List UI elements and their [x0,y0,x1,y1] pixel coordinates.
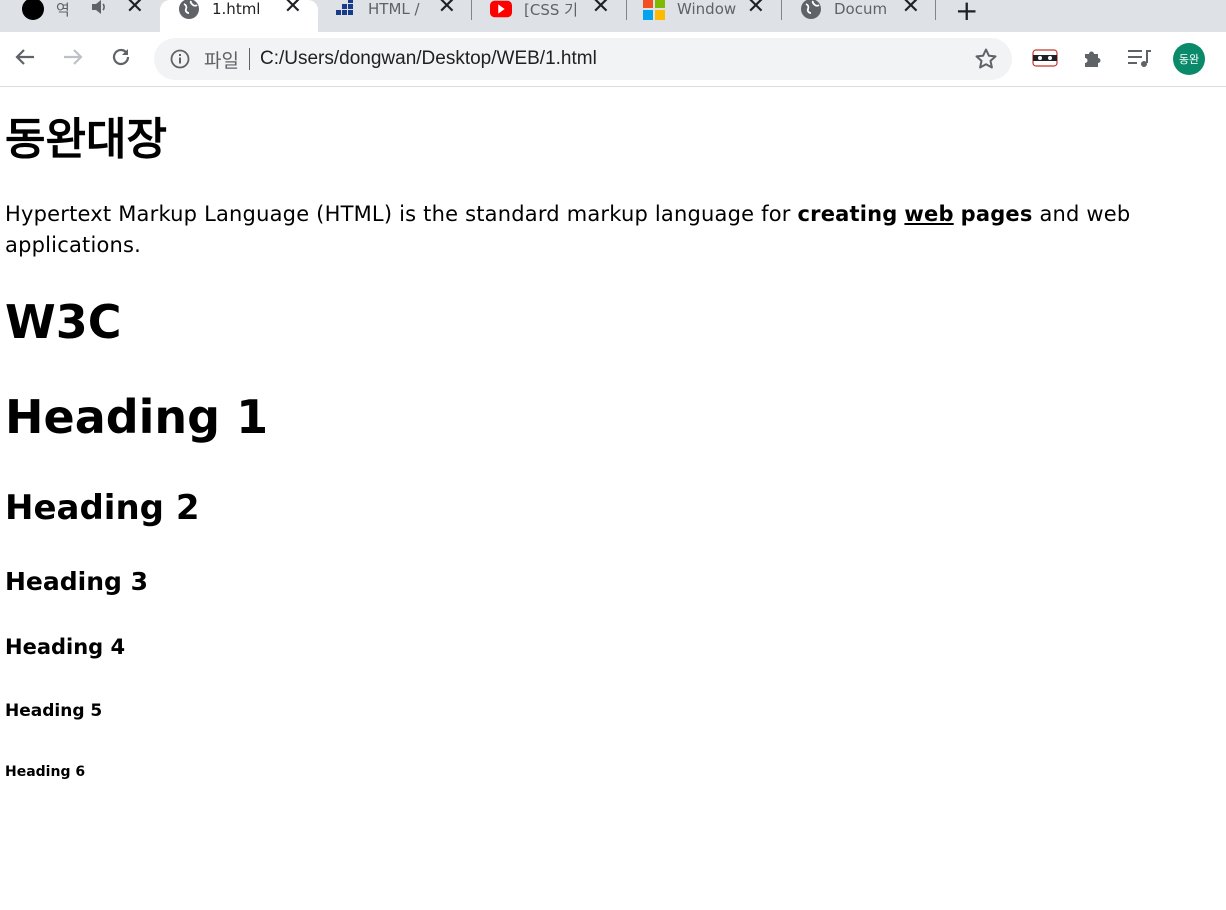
heading-3: Heading 3 [5,567,149,596]
tab-title: Docum [834,0,888,18]
bars-logo-icon [334,0,356,20]
tab-separator [935,0,936,20]
close-tab-icon[interactable]: ✕ [747,0,765,19]
new-tab-plus-icon[interactable]: + [955,0,978,27]
page-title: 동완대장 [5,114,167,165]
tab-strip: 역 ✕ 1.html ✕ HTML / ✕ [CSS 기 ✕ Window ✕ … [0,0,1226,32]
bold-creating: creating [797,202,898,226]
youtube-icon [490,0,512,20]
tab-title: Window [677,0,737,18]
heading-1: Heading 1 [5,390,269,444]
heading-5: Heading 5 [5,701,103,721]
underlined-web: web [904,202,954,226]
close-tab-icon[interactable]: ✕ [438,0,456,19]
intro-paragraph: Hypertext Markup Language (HTML) is the … [5,199,1165,261]
chip-divider [248,48,250,70]
incognito-mask-icon[interactable] [1031,44,1059,72]
close-tab-icon[interactable]: ✕ [592,0,610,19]
close-tab-icon[interactable]: ✕ [902,0,920,19]
tab-title: 역 [56,0,70,19]
tab-title: HTML / [368,0,420,18]
heading-4: Heading 4 [5,635,126,659]
info-icon[interactable] [168,47,192,71]
browser-tab[interactable]: [CSS 기 ✕ [472,0,626,32]
url-text[interactable]: C:/Users/dongwan/Desktop/WEB/1.html [260,48,597,70]
windows-logo-icon [643,0,665,20]
browser-tab-active[interactable]: 1.html ✕ [160,0,318,32]
tab-title: [CSS 기 [524,0,578,19]
forward-arrow-icon[interactable] [58,42,88,72]
puzzle-extensions-icon[interactable] [1079,44,1107,72]
globe-icon [178,0,200,20]
web-page-content: 동완대장 Hypertext Markup Language (HTML) is… [0,87,1226,910]
close-tab-icon[interactable]: ✕ [284,0,302,19]
browser-tab[interactable]: HTML / ✕ [318,0,472,32]
heading-2: Heading 2 [5,488,200,528]
browser-tab[interactable]: Docum ✕ [782,0,936,32]
file-chip-label: 파일 [204,49,239,72]
profile-avatar[interactable]: 동완 [1173,43,1205,75]
reload-icon[interactable] [106,42,136,72]
black-circle-icon [22,0,44,20]
tab-title: 1.html [212,0,261,18]
heading-6: Heading 6 [5,764,86,780]
speaker-icon[interactable] [90,0,108,19]
browser-tab[interactable]: 역 ✕ [0,0,160,32]
heading-w3c: W3C [5,295,122,349]
browser-toolbar: 파일 C:/Users/dongwan/Desktop/WEB/1.html 동… [0,32,1226,87]
back-arrow-icon[interactable] [10,42,40,72]
bold-pages: pages [960,202,1033,226]
globe-icon [800,0,822,20]
intro-text-start: Hypertext Markup Language (HTML) is the … [5,202,798,226]
browser-tab[interactable]: Window ✕ [627,0,781,32]
media-playlist-icon[interactable] [1126,44,1154,72]
close-tab-icon[interactable]: ✕ [126,0,144,19]
star-bookmark-icon[interactable] [974,47,998,71]
address-bar[interactable]: 파일 C:/Users/dongwan/Desktop/WEB/1.html [154,38,1012,80]
